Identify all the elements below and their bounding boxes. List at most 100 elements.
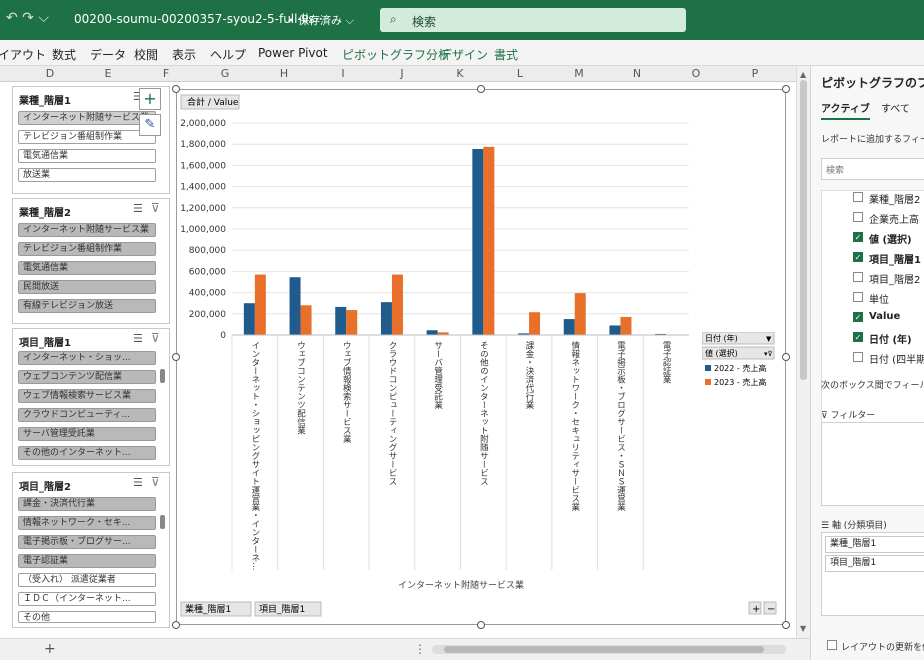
tab-power-pivot[interactable]: Power Pivot: [258, 46, 328, 60]
clear-filter-icon[interactable]: ⊽: [151, 331, 160, 345]
legend-field-button[interactable]: 値 (選択): [705, 348, 738, 358]
h-scroll-thumb[interactable]: [444, 646, 764, 653]
bar-2022-1[interactable]: [289, 277, 301, 335]
bars[interactable]: [243, 146, 678, 335]
slicer-item[interactable]: ウェブコンテンツ配信業: [18, 370, 156, 384]
slicer-item[interactable]: ＩＤＣ（インターネット...: [18, 592, 156, 606]
clear-filter-icon[interactable]: ⊽: [151, 475, 160, 489]
tab-layout[interactable]: イアウト: [0, 46, 46, 63]
slicer-item[interactable]: 電子認証業: [18, 554, 156, 568]
bar-2023-8[interactable]: [620, 316, 632, 335]
field-checkbox[interactable]: ✓: [853, 232, 863, 242]
bar-2023-7[interactable]: [574, 293, 586, 335]
scroll-down-icon[interactable]: ▼: [800, 624, 806, 633]
slicer-item[interactable]: 電子掲示板・ブログサー...: [18, 535, 156, 549]
value-field-button[interactable]: 合計 / Value: [187, 96, 239, 108]
field-checkbox[interactable]: ✓: [853, 252, 863, 262]
tab-formulas[interactable]: 数式: [52, 46, 76, 63]
field-checkbox[interactable]: [853, 272, 863, 282]
save-status[interactable]: • 保存済み ⌵: [288, 12, 354, 28]
resize-handle[interactable]: [172, 353, 180, 361]
quick-access-toolbar[interactable]: ↶ ↷ ⌵: [6, 10, 49, 26]
resize-handle[interactable]: [172, 85, 180, 93]
field-checkbox[interactable]: ✓: [853, 332, 863, 342]
slicer-item[interactable]: 課金・決済代行業: [18, 497, 156, 511]
col-header[interactable]: K: [440, 67, 480, 80]
filters-area[interactable]: [821, 422, 924, 506]
slicer-item[interactable]: クラウドコンピューティ...: [18, 408, 156, 422]
slicer-item[interactable]: （受入れ） 派遣従業者: [18, 573, 156, 587]
slicer-item[interactable]: 民間放送: [18, 280, 156, 294]
bar-2023-3[interactable]: [391, 274, 403, 335]
col-header[interactable]: G: [205, 67, 245, 80]
resize-handle[interactable]: [782, 85, 790, 93]
tab-pivotchart-analyze[interactable]: ピボットグラフ分析: [342, 46, 450, 63]
tab-review[interactable]: 校閲: [134, 46, 158, 63]
tab-design[interactable]: デザイン: [440, 46, 488, 63]
horizontal-scrollbar[interactable]: [432, 645, 786, 654]
resize-handle[interactable]: [782, 353, 790, 361]
chart-style-icon[interactable]: ✎: [139, 114, 161, 136]
add-sheet-button[interactable]: +: [44, 641, 56, 657]
col-header[interactable]: L: [500, 67, 540, 80]
clear-filter-icon[interactable]: ⊽: [151, 201, 160, 215]
slicer-item[interactable]: 電気通信業: [18, 261, 156, 275]
bar-2023-5[interactable]: [483, 146, 495, 335]
field-checkbox[interactable]: [853, 192, 863, 202]
slicer-industry-2[interactable]: 業種_階層2 ☰ ⊽ インターネット附随サービス業 テレビジョン番組制作業 電気…: [12, 198, 170, 324]
slicer-item[interactable]: インターネット附随サービス業: [18, 223, 156, 237]
tab-format[interactable]: 書式: [494, 46, 518, 63]
slicer-item[interactable]: テレビジョン番組制作業: [18, 130, 156, 144]
axis-button-1[interactable]: 業種_階層1: [185, 603, 231, 615]
col-header[interactable]: O: [676, 67, 716, 80]
slicer-item[interactable]: 有線テレビジョン放送: [18, 299, 156, 313]
resize-handle[interactable]: [782, 621, 790, 629]
bar-2023-6[interactable]: [529, 312, 541, 335]
col-header[interactable]: E: [88, 67, 128, 80]
axis-field-item[interactable]: 業種_階層1: [825, 536, 924, 553]
date-year-filter[interactable]: 日付 (年): [705, 333, 738, 343]
slicer-item[interactable]: インターネット・ショッ...: [18, 351, 156, 365]
tab-all[interactable]: すべて: [881, 100, 910, 115]
bar-2023-2[interactable]: [346, 310, 358, 335]
bar-2022-2[interactable]: [335, 306, 347, 335]
bar-2022-7[interactable]: [563, 319, 575, 335]
slicer-item[interactable]: その他: [18, 611, 156, 623]
slicer-item-1[interactable]: 項目_階層1 ☰ ⊽ インターネット・ショッ... ウェブコンテンツ配信業 ウェ…: [12, 328, 170, 466]
axis-button-2[interactable]: 項目_階層1: [259, 604, 305, 615]
bar-2022-4[interactable]: [426, 330, 438, 335]
resize-handle[interactable]: [477, 621, 485, 629]
bar-2022-0[interactable]: [243, 303, 255, 335]
col-header[interactable]: J: [382, 67, 422, 80]
defer-update-checkbox[interactable]: [827, 640, 837, 650]
vertical-scrollbar[interactable]: ▲ ▼: [796, 66, 810, 638]
pivot-chart[interactable]: 合計 / Value 2,000,000 1,800,000 1,600,000 1,…: [176, 89, 786, 625]
field-checkbox[interactable]: [853, 292, 863, 302]
col-header[interactable]: D: [30, 67, 70, 80]
resize-handle[interactable]: [477, 85, 485, 93]
slicer-item[interactable]: 情報ネットワーク・セキ...: [18, 516, 156, 530]
col-header[interactable]: N: [617, 67, 657, 80]
resize-handle[interactable]: [172, 621, 180, 629]
slicer-scrollbar[interactable]: [160, 369, 165, 383]
multi-select-icon[interactable]: ☰: [133, 476, 143, 489]
search-box[interactable]: ⌕ 検索: [380, 8, 686, 32]
tab-view[interactable]: 表示: [172, 46, 196, 63]
field-checkbox[interactable]: [853, 352, 863, 362]
add-element-icon[interactable]: +: [139, 88, 161, 110]
col-header[interactable]: F: [146, 67, 186, 80]
slicer-item[interactable]: テレビジョン番組制作業: [18, 242, 156, 256]
scroll-thumb[interactable]: [800, 80, 807, 380]
more-icon[interactable]: ⋮: [414, 642, 426, 656]
bar-2022-3[interactable]: [380, 302, 392, 335]
slicer-item[interactable]: その他のインターネット...: [18, 446, 156, 460]
multi-select-icon[interactable]: ☰: [133, 332, 143, 345]
tab-active[interactable]: アクティブ: [821, 100, 870, 120]
tab-help[interactable]: ヘルプ: [210, 46, 246, 63]
slicer-item[interactable]: ウェブ情報検索サービス業: [18, 389, 156, 403]
bar-2023-1[interactable]: [300, 305, 312, 335]
col-header[interactable]: P: [735, 67, 775, 80]
multi-select-icon[interactable]: ☰: [133, 202, 143, 215]
slicer-item[interactable]: 放送業: [18, 168, 156, 182]
chart-legend[interactable]: 日付 (年) ▼ 値 (選択) ▾⊽ 2022 - 売上高 2023 - 売上高: [702, 332, 782, 412]
